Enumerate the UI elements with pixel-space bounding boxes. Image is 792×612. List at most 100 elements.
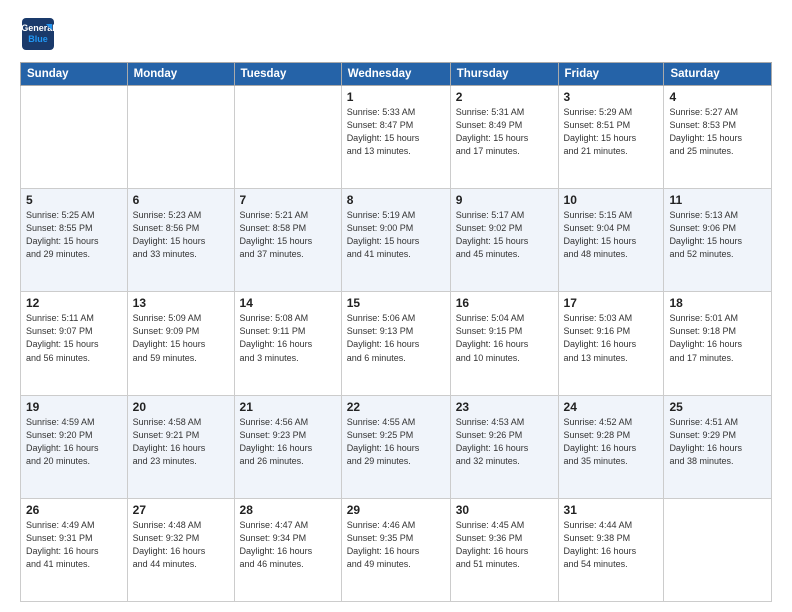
calendar-cell: 27 Sunrise: 4:48 AM Sunset: 9:32 PM Dayli… bbox=[127, 498, 234, 601]
day-info: Sunrise: 5:01 AM Sunset: 9:18 PM Dayligh… bbox=[669, 312, 766, 364]
calendar-cell: 19Sunrise: 4:59 AM Sunset: 9:20 PM Dayli… bbox=[21, 395, 128, 498]
day-info: Sunrise: 4:49 AM Sunset: 9:31 PM Dayligh… bbox=[26, 519, 122, 571]
calendar-cell: 8 Sunrise: 5:19 AM Sunset: 9:00 PM Daylig… bbox=[341, 189, 450, 292]
calendar-cell bbox=[21, 86, 128, 189]
day-number: 24 bbox=[564, 400, 659, 414]
day-number: 22 bbox=[347, 400, 445, 414]
day-info: Sunrise: 5:11 AM Sunset: 9:07 PM Dayligh… bbox=[26, 312, 122, 364]
calendar-cell: 12 Sunrise: 5:11 AM Sunset: 9:07 PM Dayli… bbox=[21, 292, 128, 395]
day-info: Sunrise: 5:21 AM Sunset: 8:58 PM Dayligh… bbox=[240, 209, 336, 261]
calendar-cell: 26 Sunrise: 4:49 AM Sunset: 9:31 PM Dayli… bbox=[21, 498, 128, 601]
day-number: 26 bbox=[26, 503, 122, 517]
calendar-week-3: 12 Sunrise: 5:11 AM Sunset: 9:07 PM Dayli… bbox=[21, 292, 772, 395]
day-info: Sunrise: 4:52 AM Sunset: 9:28 PM Dayligh… bbox=[564, 416, 659, 468]
calendar-cell: 7 Sunrise: 5:21 AM Sunset: 8:58 PM Daylig… bbox=[234, 189, 341, 292]
calendar-week-4: 19Sunrise: 4:59 AM Sunset: 9:20 PM Dayli… bbox=[21, 395, 772, 498]
day-number: 4 bbox=[669, 90, 766, 104]
day-number: 20 bbox=[133, 400, 229, 414]
day-number: 25 bbox=[669, 400, 766, 414]
calendar-header-row: SundayMondayTuesdayWednesdayThursdayFrid… bbox=[21, 63, 772, 86]
calendar-cell: 3 Sunrise: 5:29 AM Sunset: 8:51 PM Daylig… bbox=[558, 86, 664, 189]
day-number: 9 bbox=[456, 193, 553, 207]
calendar-cell: 2 Sunrise: 5:31 AM Sunset: 8:49 PM Daylig… bbox=[450, 86, 558, 189]
day-number: 3 bbox=[564, 90, 659, 104]
header-cell-friday: Friday bbox=[558, 63, 664, 86]
day-info: Sunrise: 4:51 AM Sunset: 9:29 PM Dayligh… bbox=[669, 416, 766, 468]
calendar-cell: 31 Sunrise: 4:44 AM Sunset: 9:38 PM Dayli… bbox=[558, 498, 664, 601]
calendar-cell: 14Sunrise: 5:08 AM Sunset: 9:11 PM Dayli… bbox=[234, 292, 341, 395]
calendar-cell bbox=[664, 498, 772, 601]
logo: General Blue bbox=[20, 16, 60, 52]
day-info: Sunrise: 5:03 AM Sunset: 9:16 PM Dayligh… bbox=[564, 312, 659, 364]
calendar-cell: 6Sunrise: 5:23 AM Sunset: 8:56 PM Daylig… bbox=[127, 189, 234, 292]
day-number: 23 bbox=[456, 400, 553, 414]
day-info: Sunrise: 5:15 AM Sunset: 9:04 PM Dayligh… bbox=[564, 209, 659, 261]
day-info: Sunrise: 5:19 AM Sunset: 9:00 PM Dayligh… bbox=[347, 209, 445, 261]
calendar-cell: 5Sunrise: 5:25 AM Sunset: 8:55 PM Daylig… bbox=[21, 189, 128, 292]
day-number: 29 bbox=[347, 503, 445, 517]
day-info: Sunrise: 4:48 AM Sunset: 9:32 PM Dayligh… bbox=[133, 519, 229, 571]
day-info: Sunrise: 4:47 AM Sunset: 9:34 PM Dayligh… bbox=[240, 519, 336, 571]
header-cell-wednesday: Wednesday bbox=[341, 63, 450, 86]
day-info: Sunrise: 4:58 AM Sunset: 9:21 PM Dayligh… bbox=[133, 416, 229, 468]
calendar-cell: 1Sunrise: 5:33 AM Sunset: 8:47 PM Daylig… bbox=[341, 86, 450, 189]
calendar-cell: 13 Sunrise: 5:09 AM Sunset: 9:09 PM Dayli… bbox=[127, 292, 234, 395]
day-number: 1 bbox=[347, 90, 445, 104]
day-info: Sunrise: 5:04 AM Sunset: 9:15 PM Dayligh… bbox=[456, 312, 553, 364]
calendar-cell bbox=[234, 86, 341, 189]
day-info: Sunrise: 5:25 AM Sunset: 8:55 PM Dayligh… bbox=[26, 209, 122, 261]
day-info: Sunrise: 5:08 AM Sunset: 9:11 PM Dayligh… bbox=[240, 312, 336, 364]
day-number: 30 bbox=[456, 503, 553, 517]
day-info: Sunrise: 4:44 AM Sunset: 9:38 PM Dayligh… bbox=[564, 519, 659, 571]
calendar-cell: 16 Sunrise: 5:04 AM Sunset: 9:15 PM Dayli… bbox=[450, 292, 558, 395]
day-info: Sunrise: 4:56 AM Sunset: 9:23 PM Dayligh… bbox=[240, 416, 336, 468]
day-info: Sunrise: 5:06 AM Sunset: 9:13 PM Dayligh… bbox=[347, 312, 445, 364]
calendar-cell: 10 Sunrise: 5:15 AM Sunset: 9:04 PM Dayli… bbox=[558, 189, 664, 292]
calendar-cell bbox=[127, 86, 234, 189]
day-number: 15 bbox=[347, 296, 445, 310]
calendar-cell: 20 Sunrise: 4:58 AM Sunset: 9:21 PM Dayli… bbox=[127, 395, 234, 498]
day-info: Sunrise: 4:45 AM Sunset: 9:36 PM Dayligh… bbox=[456, 519, 553, 571]
calendar-table: SundayMondayTuesdayWednesdayThursdayFrid… bbox=[20, 62, 772, 602]
calendar-cell: 25 Sunrise: 4:51 AM Sunset: 9:29 PM Dayli… bbox=[664, 395, 772, 498]
day-info: Sunrise: 5:17 AM Sunset: 9:02 PM Dayligh… bbox=[456, 209, 553, 261]
calendar-cell: 30 Sunrise: 4:45 AM Sunset: 9:36 PM Dayli… bbox=[450, 498, 558, 601]
logo-icon: General Blue bbox=[20, 16, 56, 52]
header-cell-sunday: Sunday bbox=[21, 63, 128, 86]
day-number: 10 bbox=[564, 193, 659, 207]
calendar-cell: 18 Sunrise: 5:01 AM Sunset: 9:18 PM Dayli… bbox=[664, 292, 772, 395]
svg-text:Blue: Blue bbox=[28, 34, 48, 44]
day-number: 16 bbox=[456, 296, 553, 310]
day-number: 13 bbox=[133, 296, 229, 310]
day-info: Sunrise: 4:55 AM Sunset: 9:25 PM Dayligh… bbox=[347, 416, 445, 468]
page: General Blue SundayMondayTuesdayWednesda… bbox=[0, 0, 792, 612]
calendar-week-1: 1Sunrise: 5:33 AM Sunset: 8:47 PM Daylig… bbox=[21, 86, 772, 189]
header-cell-thursday: Thursday bbox=[450, 63, 558, 86]
day-number: 2 bbox=[456, 90, 553, 104]
calendar-week-5: 26 Sunrise: 4:49 AM Sunset: 9:31 PM Dayli… bbox=[21, 498, 772, 601]
calendar-cell: 24 Sunrise: 4:52 AM Sunset: 9:28 PM Dayli… bbox=[558, 395, 664, 498]
header-cell-saturday: Saturday bbox=[664, 63, 772, 86]
day-info: Sunrise: 5:27 AM Sunset: 8:53 PM Dayligh… bbox=[669, 106, 766, 158]
day-number: 21 bbox=[240, 400, 336, 414]
day-info: Sunrise: 5:29 AM Sunset: 8:51 PM Dayligh… bbox=[564, 106, 659, 158]
calendar-cell: 23 Sunrise: 4:53 AM Sunset: 9:26 PM Dayli… bbox=[450, 395, 558, 498]
day-info: Sunrise: 5:31 AM Sunset: 8:49 PM Dayligh… bbox=[456, 106, 553, 158]
day-number: 12 bbox=[26, 296, 122, 310]
day-number: 27 bbox=[133, 503, 229, 517]
day-info: Sunrise: 5:09 AM Sunset: 9:09 PM Dayligh… bbox=[133, 312, 229, 364]
day-info: Sunrise: 4:46 AM Sunset: 9:35 PM Dayligh… bbox=[347, 519, 445, 571]
day-number: 6 bbox=[133, 193, 229, 207]
header-cell-monday: Monday bbox=[127, 63, 234, 86]
calendar-cell: 9 Sunrise: 5:17 AM Sunset: 9:02 PM Daylig… bbox=[450, 189, 558, 292]
calendar-week-2: 5Sunrise: 5:25 AM Sunset: 8:55 PM Daylig… bbox=[21, 189, 772, 292]
calendar-cell: 21 Sunrise: 4:56 AM Sunset: 9:23 PM Dayli… bbox=[234, 395, 341, 498]
day-number: 7 bbox=[240, 193, 336, 207]
day-number: 28 bbox=[240, 503, 336, 517]
day-number: 11 bbox=[669, 193, 766, 207]
day-info: Sunrise: 4:53 AM Sunset: 9:26 PM Dayligh… bbox=[456, 416, 553, 468]
day-number: 8 bbox=[347, 193, 445, 207]
day-number: 31 bbox=[564, 503, 659, 517]
day-number: 18 bbox=[669, 296, 766, 310]
day-info: Sunrise: 4:59 AM Sunset: 9:20 PM Dayligh… bbox=[26, 416, 122, 468]
